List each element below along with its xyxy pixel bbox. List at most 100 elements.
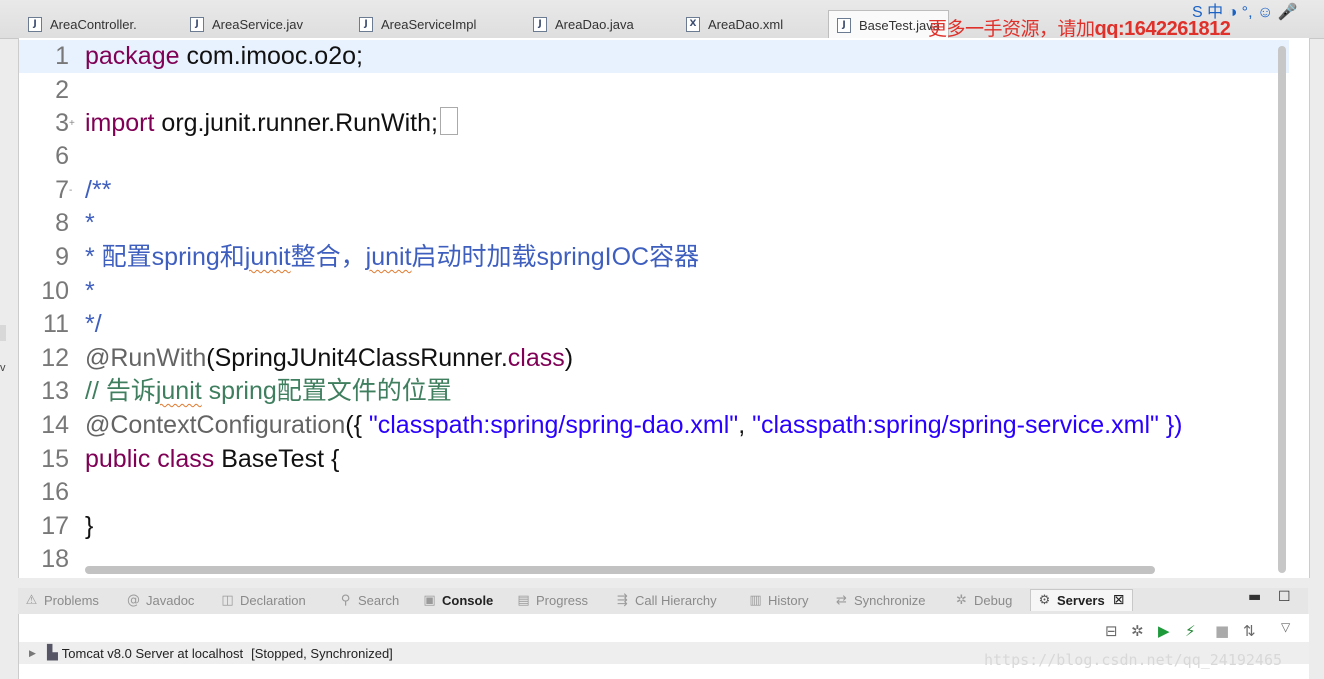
collapse-all-icon[interactable]: ⊟ (1105, 622, 1118, 640)
code-text: } (85, 510, 93, 543)
code-text: @RunWith(SpringJUnit4ClassRunner.class) (85, 342, 573, 375)
code-line: 16 (19, 476, 1289, 509)
line-number: 16 (41, 478, 69, 506)
code-line: 14 @ContextConfiguration({ "classpath:sp… (19, 409, 1289, 442)
token: BaseTest { (214, 445, 340, 473)
close-icon[interactable]: ⊠ (1113, 592, 1125, 608)
collapse-fold-icon[interactable]: - (69, 186, 72, 196)
tab-servers[interactable]: ⚙ Servers ⊠ (1030, 589, 1134, 611)
servers-icon: ⚙ (1038, 592, 1051, 608)
tab-console[interactable]: ▣ Console (422, 593, 493, 608)
token: , (738, 411, 753, 439)
tab-label: Call Hierarchy (635, 593, 717, 608)
java-file-icon: J (190, 16, 204, 32)
token: class (157, 445, 215, 473)
code-line: 2 (19, 74, 1289, 107)
token: */ (85, 310, 102, 338)
tab-problems[interactable]: ⚠ Problems (24, 593, 99, 608)
url-watermark: https://blog.csdn.net/qq_24192465 (984, 651, 1283, 669)
stop-server-icon[interactable]: ■ (1215, 622, 1229, 640)
line-number: 2 (55, 76, 69, 104)
watermark-prefix: 更多一手资源，请加 (928, 18, 1095, 40)
synchronize-icon: ⇄ (836, 593, 847, 608)
code-text: public class BaseTest { (85, 443, 339, 476)
token: public (85, 445, 151, 473)
tab-call-hierarchy[interactable]: ⇶ Call Hierarchy (615, 593, 717, 608)
tab-debug[interactable]: ✲ Debug (954, 593, 1012, 608)
line-number: 6 (55, 142, 69, 170)
debug-icon: ✲ (956, 593, 967, 608)
token: "classpath:spring/spring-service.xml" }) (752, 411, 1183, 439)
line-number: 7 (55, 176, 69, 204)
code-line: 12 @RunWith(SpringJUnit4ClassRunner.clas… (19, 342, 1289, 375)
search-icon: ⚲ (340, 593, 351, 608)
code-line: 13 // 告诉junit spring配置文件的位置 (19, 375, 1289, 408)
token: @RunWith (85, 344, 207, 372)
maximize-icon[interactable]: ☐ (1278, 589, 1291, 605)
code-editor[interactable]: 1 package com.imooc.o2o; 2 3 + import or… (18, 38, 1310, 578)
tab-progress[interactable]: ▤ Progress (516, 593, 588, 608)
horizontal-scrollbar[interactable] (85, 566, 1155, 574)
tab-label: History (768, 593, 809, 608)
servers-panel: ⊟ ✲ ▶ ⚡ ■ ⇅ ▽ ▶ ▙ Tomcat v8.0 Server at … (18, 614, 1309, 679)
code-line: 9 * 配置spring和junit整合，junit启动时加载springIOC… (19, 241, 1289, 274)
tab-label: AreaService.jav (212, 16, 304, 32)
tab-label: Servers (1057, 592, 1105, 608)
line-number: 18 (41, 545, 69, 573)
at-icon: @ (127, 593, 140, 608)
tab-label: Progress (536, 593, 589, 608)
line-number: 15 (41, 445, 69, 473)
tab-areadao-java[interactable]: J AreaDao.java (533, 12, 634, 36)
token: spring配置文件的位置 (201, 377, 452, 405)
input-method-icons[interactable]: S 中 ◑ °, ☺ 🎤 (1192, 0, 1298, 22)
token: 整合， (290, 243, 366, 271)
watermark-text: 更多一手资源，请加qq:1642261812 (928, 14, 1231, 41)
token: // 告诉 (85, 377, 156, 405)
tab-label: Synchronize (854, 593, 926, 608)
profile-server-icon[interactable]: ⚡ (1185, 622, 1196, 640)
view-menu-icon[interactable]: ▽ (1281, 620, 1290, 634)
token: com.imooc.o2o; (179, 42, 363, 70)
tab-declaration[interactable]: ◫ Declaration (220, 593, 306, 608)
token: ({ (345, 411, 369, 439)
text-cursor-box (439, 107, 458, 135)
code-line: 10 * (19, 275, 1289, 308)
line-number: 13 (41, 377, 69, 405)
line-number: 14 (41, 411, 69, 439)
code-line: 1 package com.imooc.o2o; (19, 40, 1289, 73)
publish-icon[interactable]: ⇅ (1243, 622, 1256, 640)
tab-javadoc[interactable]: @ Javadoc (126, 593, 194, 608)
history-icon: ▥ (749, 593, 762, 608)
tab-label: Debug (974, 593, 1013, 608)
tab-label: Declaration (240, 593, 306, 608)
code-line: 7 - /** (19, 174, 1289, 207)
expand-arrow-icon[interactable]: ▶ (29, 648, 43, 659)
code-text: /** (85, 174, 111, 207)
tab-areaservice[interactable]: J AreaService.jav (190, 12, 303, 36)
vertical-scrollbar[interactable] (1278, 46, 1286, 573)
minimize-icon[interactable]: ▬ (1248, 589, 1261, 605)
token: 启动时加载springIOC容器 (411, 243, 700, 271)
code-line: 8 * (19, 207, 1289, 240)
debug-server-icon[interactable]: ✲ (1131, 622, 1144, 640)
token: * (85, 277, 95, 305)
tab-synchronize[interactable]: ⇄ Synchronize (834, 593, 926, 608)
code-line: 3 + import org.junit.runner.RunWith; (19, 107, 1289, 140)
start-server-icon[interactable]: ▶ (1158, 622, 1170, 640)
line-number: 8 (55, 209, 69, 237)
tab-areadao-xml[interactable]: X AreaDao.xml (686, 12, 783, 36)
declaration-icon: ◫ (221, 593, 234, 608)
tab-areaserviceimpl[interactable]: J AreaServiceImpl (359, 12, 476, 36)
expand-fold-icon[interactable]: + (69, 119, 75, 129)
tab-search[interactable]: ⚲ Search (338, 593, 399, 608)
tab-areacontroller[interactable]: J AreaController. (28, 12, 137, 36)
console-icon: ▣ (423, 593, 436, 608)
token: (SpringJUnit4ClassRunner. (206, 344, 508, 372)
tab-label: Problems (44, 593, 99, 608)
java-file-icon: J (359, 16, 373, 32)
progress-icon: ▤ (517, 593, 530, 608)
code-text: // 告诉junit spring配置文件的位置 (85, 375, 452, 408)
code-line: 17 } (19, 510, 1289, 543)
tab-history[interactable]: ▥ History (748, 593, 808, 608)
token: ) (564, 344, 574, 372)
